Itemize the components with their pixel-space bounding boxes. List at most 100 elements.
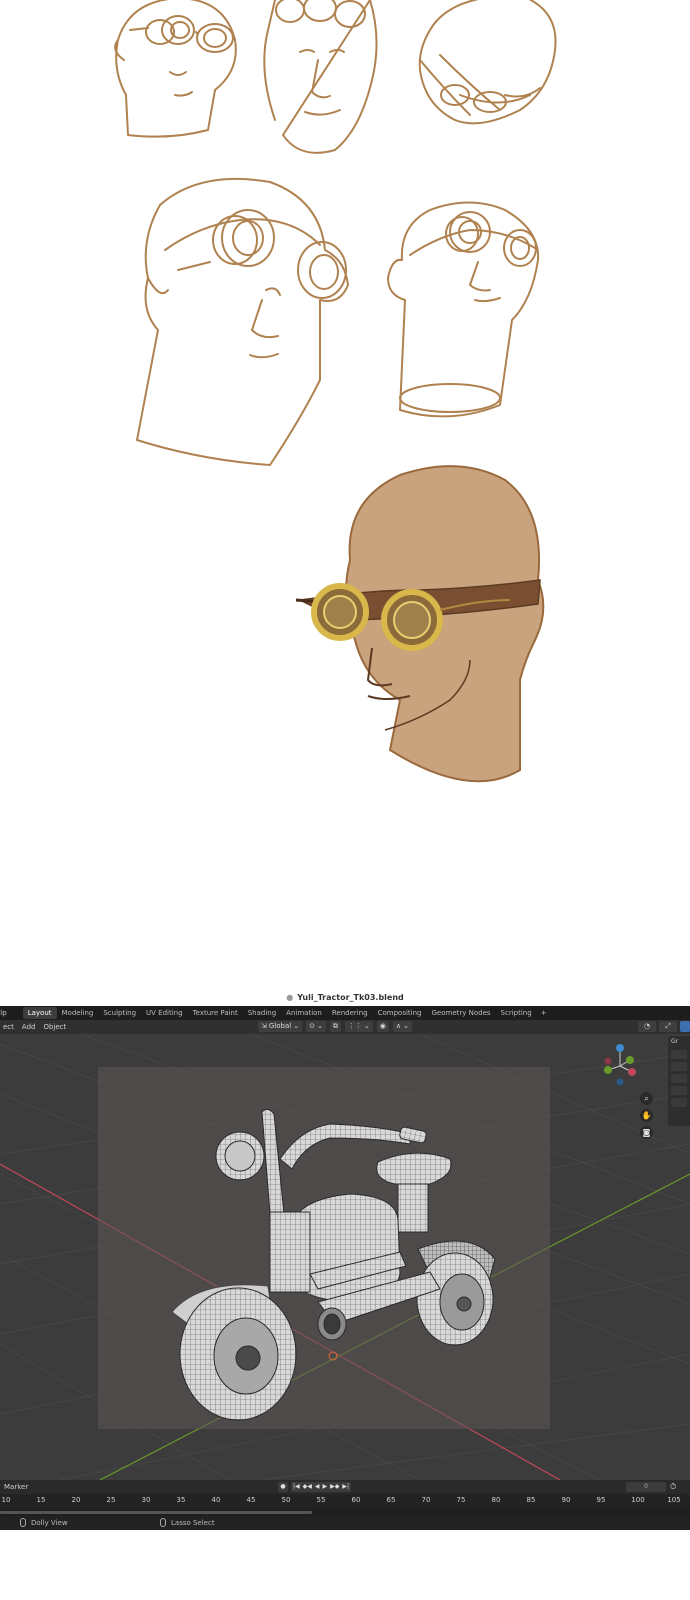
tab-texture-paint[interactable]: Texture Paint [188,1007,243,1019]
prev-keyframe-icon[interactable]: ◆◀ [303,1482,312,1492]
status-hint-lasso: Lasso Select [160,1518,215,1527]
transform-orientation-dropdown[interactable]: ⇲ Global ⌄ [258,1021,303,1032]
mouse-icon [20,1518,26,1527]
tab-compositing[interactable]: Compositing [373,1007,427,1019]
jump-end-icon[interactable]: ▶| [342,1482,349,1492]
ruler-tick: 45 [246,1496,256,1504]
transport-buttons: |◀ ◆◀ ◀ ▶ ▶◆ ▶| [291,1482,351,1492]
tab-geometry-nodes[interactable]: Geometry Nodes [427,1007,496,1019]
transform-orientation-label: Global [268,1022,292,1030]
gizmo-axis-icon [604,1044,636,1086]
orientation-icon: ⇲ [261,1022,267,1030]
record-button[interactable]: ● [278,1482,288,1492]
help-menu[interactable]: elp [0,1009,13,1017]
gizmo-icon: ⤢ [665,1022,671,1030]
mouse-icon [160,1518,166,1527]
pan-hand-icon[interactable]: ✋ [640,1109,653,1122]
ruler-tick: 50 [281,1496,291,1504]
scrollbar-thumb[interactable] [0,1511,312,1514]
add-menu[interactable]: Add [19,1023,41,1031]
ruler-tick: 55 [316,1496,326,1504]
ruler-tick: 90 [561,1496,571,1504]
status-hint-dolly: Dolly View [20,1518,68,1527]
unsaved-dot-icon: ● [286,993,294,1002]
snap-icon: ⧉ [332,1022,338,1030]
play-reverse-icon[interactable]: ◀ [315,1482,320,1492]
ruler-tick: 65 [386,1496,396,1504]
tab-layout[interactable]: Layout [22,1007,57,1019]
gizmo-toggle[interactable]: ⤢ [659,1021,677,1032]
sidebar-panel: Gr [668,1036,690,1126]
sketch-head-3 [418,0,557,125]
timeline-header: Marker ● |◀ ◆◀ ◀ ▶ ▶◆ ▶| 0 ⏱ [0,1480,690,1494]
tab-scripting[interactable]: Scripting [496,1007,537,1019]
chevron-down-icon: ⌄ [293,1022,300,1030]
viewport-scene [0,1034,690,1480]
jump-start-icon[interactable]: |◀ [293,1482,300,1492]
ruler-tick: 100 [631,1496,645,1504]
snap-toggle[interactable]: ⧉ [329,1021,341,1032]
tab-sculpting[interactable]: Sculpting [98,1007,141,1019]
colored-head-with-goggles [295,465,545,783]
play-icon[interactable]: ▶ [323,1482,328,1492]
ruler-tick: 30 [141,1496,151,1504]
zoom-icon[interactable]: ⌕ [640,1092,653,1105]
add-workspace-button[interactable]: + [537,1009,551,1017]
file-name: Yuli_Tractor_Tk03.blend [297,993,404,1002]
chevron-down-icon: ⌄ [316,1022,323,1030]
sidebar-row[interactable] [671,1074,687,1083]
current-frame-field[interactable]: 0 [626,1482,666,1492]
sidebar-row[interactable] [671,1050,687,1059]
overlay-toggle[interactable] [680,1021,690,1032]
select-menu[interactable]: ect [0,1023,19,1031]
visibility-dropdown[interactable]: ◔ [638,1021,656,1032]
ruler-tick: 70 [421,1496,431,1504]
proportional-edit-toggle[interactable]: ◉ [376,1021,389,1032]
falloff-dropdown[interactable]: ∧ ⌄ [392,1021,412,1032]
workspace-bar: elp Layout Modeling Sculpting UV Editing… [0,1006,690,1020]
timeline-ruler[interactable]: 10 15 20 25 30 35 40 45 50 55 60 65 70 7… [0,1494,690,1508]
blender-window: ●Yuli_Tractor_Tk03.blend elp Layout Mode… [0,990,690,1600]
navigation-gizmo[interactable] [600,1042,640,1088]
timeline-scrollbar[interactable] [0,1508,690,1516]
transform-tools: ⇲ Global ⌄ ⊙ ⌄ ⧉ ⋮⋮ ⌄ ◉ ∧ ⌄ [258,1021,412,1032]
sidebar-row[interactable] [671,1098,687,1107]
chevron-down-icon: ⌄ [402,1022,409,1030]
ruler-tick: 80 [491,1496,501,1504]
tab-animation[interactable]: Animation [281,1007,327,1019]
ruler-tick: 60 [351,1496,361,1504]
ruler-tick: 15 [36,1496,46,1504]
sketch-head-4 [136,177,349,466]
tab-shading[interactable]: Shading [243,1007,281,1019]
tab-uv-editing[interactable]: UV Editing [141,1007,188,1019]
snap-target-dropdown[interactable]: ⋮⋮ ⌄ [344,1021,373,1032]
clock-icon[interactable]: ⏱ [670,1482,682,1492]
ruler-tick: 105 [667,1496,681,1504]
falloff-icon: ∧ [395,1022,401,1030]
sketch-head-5 [387,201,540,418]
ruler-tick: 35 [176,1496,186,1504]
ruler-tick: 20 [71,1496,81,1504]
sketch-head-1 [114,0,237,138]
3d-viewport[interactable]: ⌕ ✋ ◙ Gr [0,1034,690,1480]
next-keyframe-icon[interactable]: ▶◆ [330,1482,339,1492]
sidebar-row[interactable] [671,1086,687,1095]
proportional-icon: ◉ [379,1022,386,1030]
page-bottom-margin [0,1530,690,1600]
goggle-head-sketches [114,0,557,783]
camera-icon[interactable]: ◙ [640,1126,653,1139]
marker-menu[interactable]: Marker [0,1483,28,1491]
ruler-tick: 85 [526,1496,536,1504]
tab-rendering[interactable]: Rendering [327,1007,373,1019]
sidebar-row[interactable] [671,1062,687,1071]
viewport-right-tools: ◔ ⤢ [638,1021,690,1032]
chevron-down-icon: ⌄ [363,1022,370,1030]
tab-modeling[interactable]: Modeling [57,1007,99,1019]
grid-snap-icon: ⋮⋮ [347,1022,362,1030]
pivot-point-dropdown[interactable]: ⊙ ⌄ [306,1021,326,1032]
status-bar: Dolly View Lasso Select [0,1516,690,1530]
sidebar-panel-title: Gr [671,1038,679,1045]
object-menu[interactable]: Object [40,1023,71,1031]
sketch-sheet [0,0,690,990]
viewport-header: ect Add Object ⇲ Global ⌄ ⊙ ⌄ ⧉ ⋮⋮ ⌄ ◉ ∧ ⌄ … [0,1020,690,1034]
